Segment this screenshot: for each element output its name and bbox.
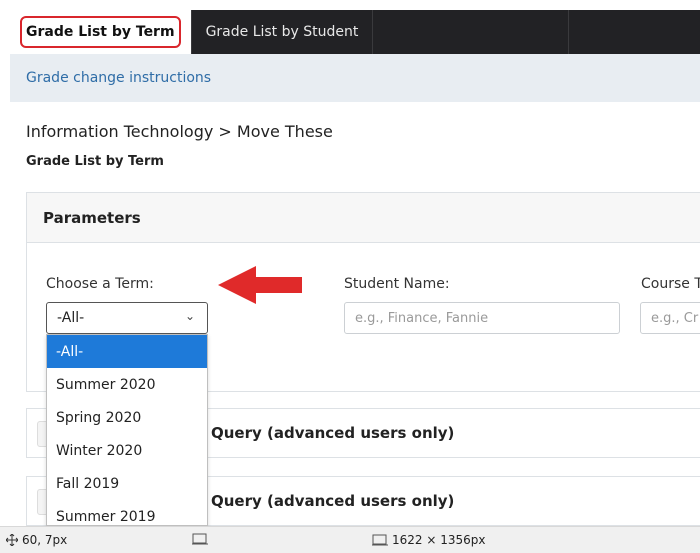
- tab-spacer: [373, 10, 570, 54]
- student-name-label: Student Name:: [344, 276, 450, 292]
- tab-grade-list-by-student[interactable]: Grade List by Student: [192, 10, 374, 54]
- image-size-icon: [372, 534, 388, 546]
- image-dimensions: 1622 × 1356px: [372, 533, 485, 547]
- term-label: Choose a Term:: [46, 276, 154, 292]
- chevron-down-icon: ⌄: [184, 309, 195, 323]
- cursor-position-text: 60, 7px: [22, 533, 68, 547]
- grade-change-instructions-link[interactable]: Grade change instructions: [26, 70, 211, 86]
- term-dropdown-list: -All- Summer 2020 Spring 2020 Winter 202…: [46, 334, 208, 526]
- parameters-heading: Parameters: [27, 193, 700, 243]
- collapsible-label: Query (advanced users only): [211, 424, 455, 442]
- course-label: Course T: [641, 276, 700, 292]
- status-bar: 60, 7px 1622 × 1356px: [0, 526, 700, 553]
- top-strip: [0, 0, 700, 10]
- tab-bar: Grade List by Term Grade List by Student: [10, 10, 700, 54]
- info-bar: Grade change instructions: [10, 54, 700, 102]
- term-option[interactable]: Winter 2020: [47, 434, 207, 467]
- move-cursor-icon: [6, 534, 18, 546]
- selection-icon: [192, 533, 208, 545]
- student-name-placeholder: e.g., Finance, Fannie: [355, 310, 489, 326]
- tab-grade-list-by-term[interactable]: Grade List by Term: [10, 10, 192, 54]
- term-option[interactable]: Summer 2020: [47, 368, 207, 401]
- term-select[interactable]: -All- ⌄: [46, 302, 208, 334]
- breadcrumb: Information Technology > Move These: [26, 122, 333, 141]
- selection-indicator: [192, 533, 208, 545]
- course-placeholder: e.g., Cr: [651, 310, 699, 326]
- course-input[interactable]: e.g., Cr: [640, 302, 700, 334]
- red-arrow-icon: [218, 266, 302, 304]
- student-name-input[interactable]: e.g., Finance, Fannie: [344, 302, 620, 334]
- term-option[interactable]: -All-: [47, 335, 207, 368]
- tab-label-highlight: Grade List by Term: [20, 16, 181, 48]
- term-option[interactable]: Spring 2020: [47, 401, 207, 434]
- collapsible-label: Query (advanced users only): [211, 492, 455, 510]
- term-option[interactable]: Fall 2019: [47, 467, 207, 500]
- term-option[interactable]: Summer 2019: [47, 500, 207, 525]
- cursor-position: 60, 7px: [6, 533, 67, 547]
- term-select-value: -All-: [57, 310, 85, 326]
- image-dimensions-text: 1622 × 1356px: [392, 533, 486, 547]
- tab-label: Grade List by Student: [205, 24, 359, 40]
- page-title: Grade List by Term: [26, 154, 164, 169]
